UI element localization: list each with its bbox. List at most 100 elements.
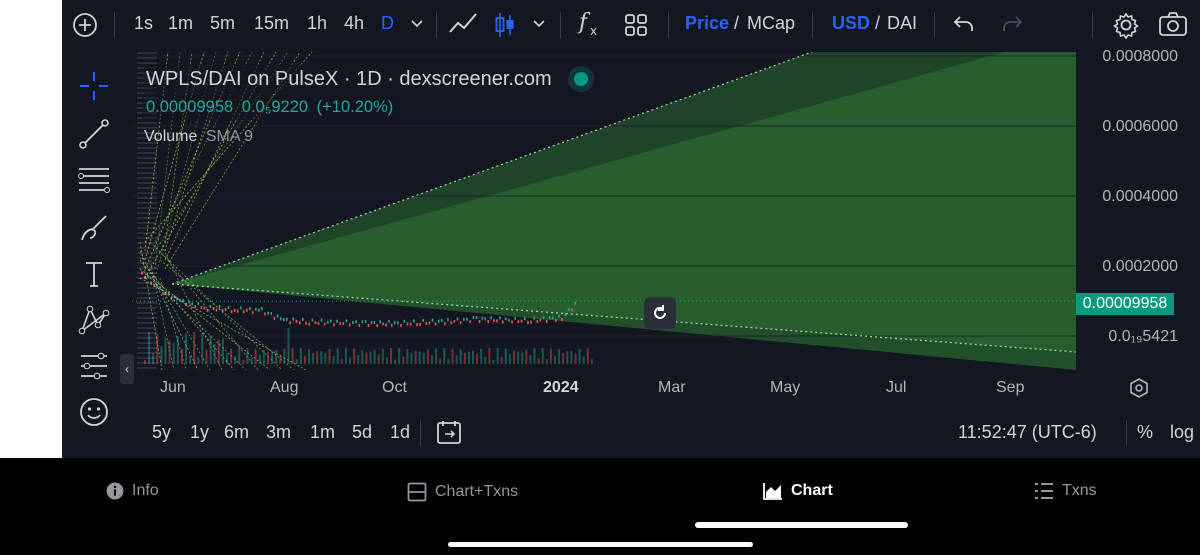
price-candle <box>393 321 396 325</box>
brush-icon[interactable] <box>74 208 114 248</box>
price-candle <box>478 319 481 323</box>
price-candle <box>527 321 529 325</box>
price-candle <box>348 323 351 327</box>
chevron-down-icon[interactable] <box>532 14 546 35</box>
interval-15m[interactable]: 15m <box>254 13 289 34</box>
price-axis[interactable]: 0.0008000 0.0006000 0.0004000 0.0002000 … <box>1076 48 1200 370</box>
interval-1s[interactable]: 1s <box>134 13 153 34</box>
price-candle <box>536 319 539 323</box>
log-toggle[interactable]: log <box>1170 422 1194 443</box>
price-tick: 0.0006000 <box>1102 118 1178 135</box>
pattern-icon[interactable] <box>74 300 114 340</box>
fib-levels-icon[interactable] <box>74 160 114 200</box>
camera-icon[interactable] <box>1158 11 1188 42</box>
redo-icon[interactable] <box>1000 13 1024 40</box>
chevron-down-icon[interactable] <box>410 14 424 35</box>
range-1m[interactable]: 1m <box>310 422 335 443</box>
forecast-icon[interactable] <box>74 346 114 386</box>
volume-bar <box>463 352 466 364</box>
clock-timezone[interactable]: 11:52:47 (UTC-6) <box>958 422 1097 443</box>
price-candle <box>481 316 484 320</box>
range-bar: 5y 1y 6m 3m 1m 5d 1d 11:52:47 (UTC-6) % … <box>130 410 1200 456</box>
toolbar-divider <box>114 12 115 38</box>
volume-bar <box>332 356 335 364</box>
settings-gear-icon[interactable] <box>1112 11 1140 44</box>
price-candle <box>514 316 517 320</box>
volume-bar <box>365 352 368 364</box>
volume-bar <box>271 352 274 364</box>
dai-toggle[interactable]: DAI <box>887 13 917 34</box>
go-to-date-icon[interactable] <box>436 419 462 450</box>
legend-close-price: 0.00009958 <box>146 98 234 116</box>
interval-1h[interactable]: 1h <box>307 13 327 34</box>
axis-settings-icon[interactable] <box>1128 377 1150 404</box>
crosshair-icon[interactable] <box>74 66 114 106</box>
price-candle <box>567 308 570 312</box>
pair-title: WPLS/DAI on PulseX · 1D · dexscreener.co… <box>146 67 552 90</box>
reset-chart-button[interactable] <box>644 297 676 329</box>
mcap-toggle[interactable]: MCap <box>747 13 795 34</box>
volume-legend[interactable]: Volume SMA 9 <box>144 128 253 146</box>
volume-bar <box>435 348 438 364</box>
emoji-icon[interactable] <box>74 392 114 432</box>
volume-bar <box>254 348 257 364</box>
volume-bar <box>414 350 417 364</box>
price-candle <box>469 320 472 324</box>
price-candle <box>545 319 548 323</box>
price-candle <box>282 318 285 322</box>
volume-bar <box>361 349 364 364</box>
usd-toggle[interactable]: USD <box>832 13 870 34</box>
candles-icon[interactable] <box>494 11 516 44</box>
interval-5m[interactable]: 5m <box>210 13 235 34</box>
trend-line-icon[interactable] <box>74 114 114 154</box>
volume-bar <box>570 350 573 364</box>
price-candle <box>295 319 298 323</box>
volume-bar <box>193 332 196 364</box>
price-candle <box>352 321 354 325</box>
price-candle <box>472 316 475 320</box>
interval-1m[interactable]: 1m <box>168 13 193 34</box>
volume-bar <box>164 337 167 364</box>
chart-legend-price: 0.00009958 0.0₅9220 (+10.20%) <box>142 95 398 120</box>
price-candle <box>425 321 428 325</box>
price-candle <box>279 317 282 321</box>
range-3m[interactable]: 3m <box>266 422 291 443</box>
volume-bar <box>390 348 392 364</box>
layout-grid-icon[interactable] <box>624 13 648 42</box>
price-candle <box>431 318 434 322</box>
indicators-icon[interactable]: fx <box>576 9 602 44</box>
price-candle <box>382 322 384 326</box>
range-5d[interactable]: 5d <box>352 422 372 443</box>
range-6m[interactable]: 6m <box>224 422 249 443</box>
text-tool-icon[interactable] <box>74 254 114 294</box>
interval-4h[interactable]: 4h <box>344 13 364 34</box>
fan-ray <box>139 241 163 370</box>
price-candle <box>194 305 197 309</box>
volume-bar <box>398 348 401 364</box>
line-chart-icon[interactable] <box>448 12 478 41</box>
nav-chart-txns[interactable]: Chart+Txns <box>407 482 518 502</box>
nav-info[interactable]: Info <box>106 482 159 500</box>
undo-icon[interactable] <box>952 13 976 40</box>
nav-txns[interactable]: Txns <box>1034 482 1097 500</box>
toolbar-divider <box>1126 420 1127 446</box>
range-1y[interactable]: 1y <box>190 422 209 443</box>
range-1d[interactable]: 1d <box>390 422 410 443</box>
price-candle <box>533 316 536 320</box>
legend-change-pct: (+10.20%) <box>316 98 394 116</box>
nav-chart[interactable]: Chart <box>763 482 833 500</box>
time-axis[interactable]: Jun Aug Oct 2024 Mar May Jul Sep <box>130 370 1200 406</box>
price-candle <box>255 307 257 311</box>
volume-bar <box>508 354 511 364</box>
volume-bar <box>484 356 487 364</box>
percent-toggle[interactable]: % <box>1137 422 1153 443</box>
volume-bar <box>238 348 241 364</box>
interval-d[interactable]: D <box>381 13 394 34</box>
price-candle <box>376 324 379 328</box>
volume-bar <box>459 349 462 364</box>
add-symbol-icon[interactable] <box>72 12 98 43</box>
screen-left-margin <box>0 0 62 458</box>
price-toggle[interactable]: Price <box>685 13 729 34</box>
range-5y[interactable]: 5y <box>152 422 171 443</box>
price-candle <box>302 317 304 321</box>
